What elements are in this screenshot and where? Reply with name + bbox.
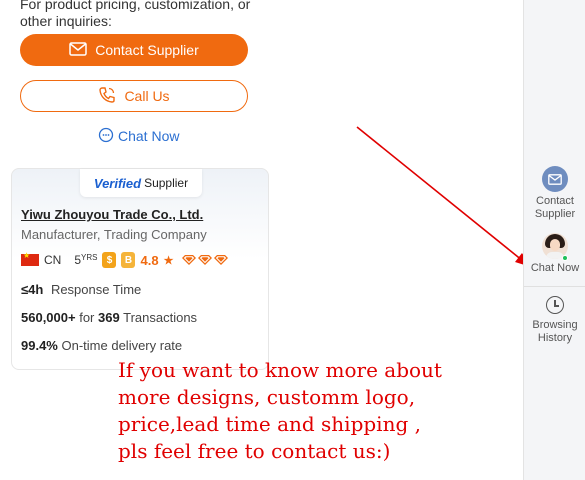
years-unit: YRS <box>81 253 98 262</box>
right-sidebar: Contact Supplier Chat Now Browsing Histo… <box>523 0 585 480</box>
contact-supplier-button[interactable]: Contact Supplier <box>20 34 248 66</box>
chat-now-label: Chat Now <box>118 128 180 144</box>
business-type: Manufacturer, Trading Company <box>21 227 207 242</box>
response-time-value: ≤4h <box>21 282 44 297</box>
phone-icon <box>98 86 116 107</box>
call-us-button[interactable]: Call Us <box>20 80 248 112</box>
sidebar-contact-line2: Supplier <box>534 208 576 220</box>
supplier-badges: CN 5YRS $ B 4.8 ★ <box>21 250 229 270</box>
clock-icon <box>546 296 564 314</box>
inquiry-intro: For product pricing, customization, or o… <box>20 0 260 30</box>
promo-line3: price,lead time and shipping , <box>118 412 421 436</box>
promo-line1: If you want to know more about <box>118 358 442 382</box>
chat-now-link[interactable]: Chat Now <box>98 127 179 145</box>
diamond-rating <box>182 255 229 265</box>
sidebar-chat-now[interactable]: Chat Now <box>524 233 585 275</box>
medal-icon: $ <box>102 252 117 268</box>
verified-suffix: Supplier <box>144 176 189 190</box>
call-us-label: Call Us <box>124 88 170 104</box>
years-badge: 5 YRS <box>74 253 97 267</box>
country-code: CN <box>44 253 62 267</box>
rating-star-icon: ★ <box>163 254 174 267</box>
ontime-rate: 99.4% <box>21 338 58 353</box>
diamond-icon <box>182 255 197 265</box>
sidebar-history-line2: History <box>537 332 573 344</box>
transactions-for: for <box>79 310 95 325</box>
transactions-label: Transactions <box>123 310 198 325</box>
inquiry-intro-line2: other inquiries: <box>20 13 112 29</box>
sidebar-contact-supplier[interactable]: Contact Supplier <box>524 166 585 221</box>
medal-icon: B <box>121 252 136 268</box>
inquiry-intro-line1: For product pricing, customization, or <box>20 0 251 12</box>
promo-line4: pls feel free to contact us:) <box>118 439 391 463</box>
chat-bubble-icon <box>98 127 114 146</box>
sidebar-contact-line1: Contact <box>536 195 574 207</box>
mail-icon <box>69 41 87 59</box>
online-status-icon <box>562 255 568 261</box>
sidebar-divider <box>524 286 585 287</box>
ontime-label: On-time delivery rate <box>61 338 183 353</box>
diamond-icon <box>198 255 213 265</box>
diamond-icon <box>214 255 229 265</box>
transactions-amount: 560,000+ <box>21 310 76 325</box>
transactions-stat: 560,000+ for 369 Transactions <box>21 310 197 325</box>
ontime-delivery-stat: 99.4% On-time delivery rate <box>21 338 182 353</box>
sidebar-browsing-history[interactable]: Browsing History <box>524 296 585 345</box>
mail-icon <box>542 166 568 192</box>
transactions-count: 369 <box>98 310 120 325</box>
rating-value: 4.8 <box>140 252 159 268</box>
sidebar-history-line1: Browsing <box>532 319 578 331</box>
company-name-link[interactable]: Yiwu Zhouyou Trade Co., Ltd. <box>21 207 203 222</box>
years-value: 5 <box>74 253 82 267</box>
response-time-label: Response Time <box>50 282 142 297</box>
sidebar-chat-label: Chat Now <box>530 262 580 274</box>
response-time-stat: ≤4h Response Time <box>21 282 141 297</box>
flag-cn-icon <box>21 251 39 266</box>
supplier-card: Verified Supplier Yiwu Zhouyou Trade Co.… <box>11 168 269 370</box>
promo-line2: more designs, customm logo, <box>118 385 416 409</box>
promo-annotation: If you want to know more about more desi… <box>118 357 518 465</box>
verified-supplier-badge: Verified Supplier <box>80 169 202 197</box>
contact-supplier-label: Contact Supplier <box>95 42 199 58</box>
verified-prefix: Verified <box>93 175 142 191</box>
